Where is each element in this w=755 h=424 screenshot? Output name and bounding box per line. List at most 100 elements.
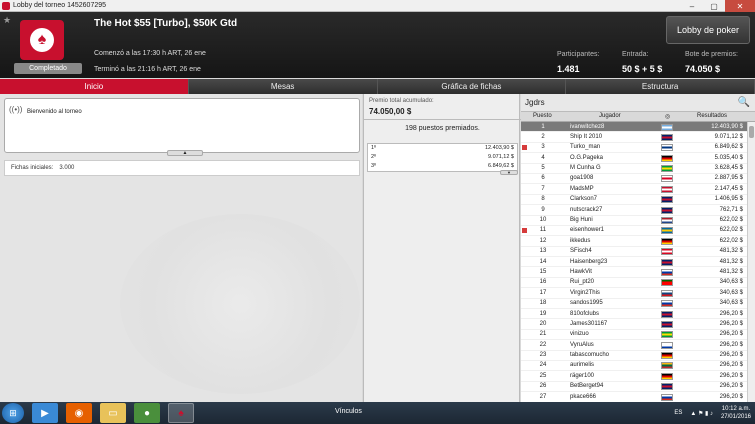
players-scrollbar[interactable]	[747, 122, 755, 402]
players-column-headers: Puesto Jugador ◎ Resultados	[521, 112, 755, 122]
player-position: 26	[539, 383, 547, 390]
player-position: 25	[539, 372, 547, 379]
country-flag-icon	[661, 310, 673, 318]
spade-icon: ♠	[30, 28, 54, 52]
entry-label: Entrada:	[622, 51, 649, 58]
player-row[interactable]: 22 VyruAlus 296,20 $	[521, 340, 747, 351]
player-row[interactable]: 4 O.G.Pageka 5.035,40 $	[521, 153, 747, 164]
clock-time: 10:12 a.m.	[721, 406, 751, 412]
media-player-icon[interactable]: ▶	[32, 403, 58, 423]
player-row[interactable]: 24 aurimelis 296,20 $	[521, 361, 747, 372]
player-position: 23	[539, 352, 547, 359]
player-row[interactable]: 14 Haisenberg23 481,32 $	[521, 257, 747, 268]
player-position: 2	[541, 133, 545, 140]
player-row[interactable]: 13 SFisch4 481,32 $	[521, 247, 747, 258]
player-row[interactable]: 18 sandos1995 340,63 $	[521, 299, 747, 310]
broadcast-icon: ((•))	[9, 105, 23, 114]
tab-grafica-fichas[interactable]: Gráfica de fichas	[377, 79, 567, 94]
player-row[interactable]: 10 Big Huni 622,02 $	[521, 216, 747, 226]
player-row[interactable]: 27 pkace666 296,20 $	[521, 392, 747, 402]
player-row[interactable]: 19 810ofclubs 296,20 $	[521, 309, 747, 320]
col-position[interactable]: Puesto	[533, 113, 552, 119]
poker-lobby-button[interactable]: Lobby de poker	[666, 16, 750, 44]
favorite-star-icon[interactable]: ★	[3, 15, 11, 26]
player-position: 10	[539, 217, 547, 224]
country-flag-icon	[661, 248, 673, 256]
prize-value: 74.050 $	[685, 64, 721, 74]
col-country-icon[interactable]: ◎	[665, 113, 670, 120]
player-row[interactable]: 8 Clarkson7 1.406,95 $	[521, 195, 747, 206]
player-row[interactable]: 9 nutscrack27 762,71 $	[521, 205, 747, 216]
country-flag-icon	[661, 227, 673, 235]
player-row[interactable]: 21 vinizuo 296,20 $	[521, 330, 747, 341]
close-button[interactable]: ✕	[725, 0, 755, 12]
player-row[interactable]: 5 M Cunha G 3.628,45 $	[521, 164, 747, 174]
windows-taskbar: ⊞ ▶ ◉ ▭ ● ♠ Vínculos ES ▲ ⚑ ▮ ♪ 10:12 a.…	[0, 402, 755, 424]
player-position: 24	[539, 362, 547, 369]
tray-icons[interactable]: ▲ ⚑ ▮ ♪	[690, 410, 713, 417]
country-flag-icon	[661, 217, 673, 225]
player-result: 622,02 $	[719, 227, 743, 234]
player-position: 14	[539, 258, 547, 265]
search-icon[interactable]: 🔍	[737, 96, 751, 110]
expand-payouts-button[interactable]: ▼	[500, 170, 518, 175]
chrome-icon[interactable]: ●	[134, 403, 160, 423]
pokerstars-taskbar-icon[interactable]: ♠	[168, 403, 194, 423]
minimize-button[interactable]: –	[681, 0, 703, 12]
player-position: 16	[539, 279, 547, 286]
tab-mesas[interactable]: Mesas	[188, 79, 378, 94]
firefox-icon[interactable]: ◉	[66, 403, 92, 423]
tab-estructura[interactable]: Estructura	[566, 79, 755, 94]
language-indicator[interactable]: ES	[674, 410, 682, 416]
start-button[interactable]: ⊞	[2, 403, 24, 423]
player-position: 5	[541, 165, 545, 172]
player-row[interactable]: 12 ikkedus 622,02 $	[521, 236, 747, 247]
player-result: 481,32 $	[719, 258, 743, 265]
col-results[interactable]: Resultados	[697, 113, 727, 119]
player-name: Ship It 2010	[570, 133, 603, 140]
maximize-button[interactable]: ▢	[703, 0, 725, 12]
player-row[interactable]: 23 tabascomucho 296,20 $	[521, 351, 747, 361]
clock[interactable]: 10:12 a.m. 27/01/2016	[721, 405, 751, 421]
player-row[interactable]: 7 MadsMP 2.147,45 $	[521, 184, 747, 195]
player-result: 340,63 $	[719, 279, 743, 286]
player-result: 296,20 $	[719, 352, 743, 359]
expand-news-button[interactable]: ▲	[167, 150, 203, 156]
player-position: 1	[541, 123, 545, 130]
tab-inicio[interactable]: Inicio	[0, 79, 189, 94]
player-row[interactable]: 6 goa1908 2.887,95 $	[521, 174, 747, 185]
country-flag-icon	[661, 320, 673, 328]
clock-date: 27/01/2016	[720, 414, 751, 420]
player-position: 11	[539, 227, 547, 234]
payout-place: 3º	[371, 163, 377, 169]
player-result: 296,20 $	[719, 310, 743, 317]
player-row[interactable]: 20 James301167 296,20 $	[521, 319, 747, 330]
window-titlebar: Lobby del torneo 1452607295 – ▢ ✕	[0, 0, 755, 12]
prize-label: Bote de premios:	[685, 51, 738, 58]
links-toolbar[interactable]: Vínculos	[335, 408, 362, 415]
players-panel: Jgdrs 🔍 Puesto Jugador ◎ Resultados 1 iva…	[521, 94, 755, 402]
col-player[interactable]: Jugador	[599, 113, 621, 119]
player-row[interactable]: 25 räger100 296,20 $	[521, 371, 747, 382]
payout-row: 3º 6.849,62 $	[368, 163, 517, 171]
player-row[interactable]: 17 Virgin2This 340,63 $	[521, 288, 747, 299]
prize-panel: Premio total acumulado: 74.050,00 $ 198 …	[363, 94, 521, 402]
player-row[interactable]: 1 ivanwitchez8 12.403,90 $	[521, 122, 747, 133]
player-row[interactable]: 16 Rui_pt20 340,63 $	[521, 278, 747, 289]
player-row[interactable]: 26 BetBerget94 296,20 $	[521, 382, 747, 393]
player-position: 4	[541, 154, 545, 161]
player-name: Turko_man	[570, 144, 601, 151]
scrollbar-thumb[interactable]	[749, 126, 754, 138]
player-row[interactable]: 11 eisenhower1 622,02 $	[521, 226, 747, 237]
player-name: vinizuo	[570, 331, 589, 338]
player-name: eisenhower1	[570, 227, 605, 234]
player-row[interactable]: 15 HawkVit 481,32 $	[521, 267, 747, 278]
player-result: 1.406,95 $	[714, 196, 743, 203]
player-name: räger100	[570, 372, 595, 379]
player-position: 20	[539, 320, 547, 327]
player-row[interactable]: 2 Ship It 2010 9.071,12 $	[521, 132, 747, 143]
participants-label: Participantes:	[557, 51, 600, 58]
player-row[interactable]: 3 Turko_man 6.849,62 $	[521, 143, 747, 154]
player-name: O.G.Pageka	[570, 154, 604, 161]
file-explorer-icon[interactable]: ▭	[100, 403, 126, 423]
